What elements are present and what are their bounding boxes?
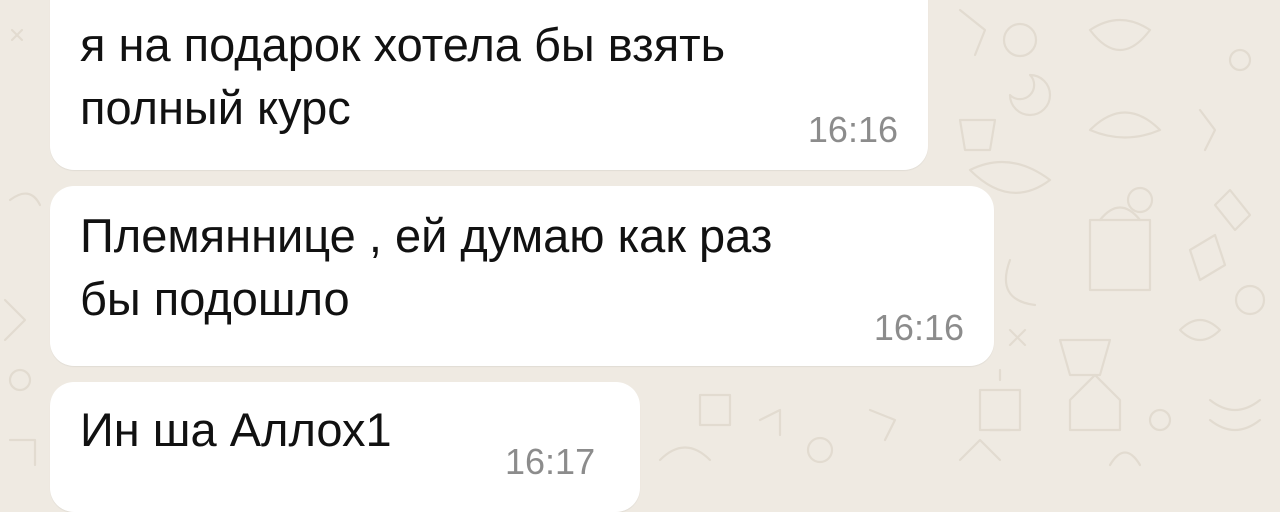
message-text: Ин ша Аллох1 bbox=[80, 403, 392, 456]
message-bubble[interactable]: Ин ша Аллох1 16:17 bbox=[50, 382, 640, 512]
message-text: я на подарок хотела бы взять полный курс bbox=[80, 18, 726, 134]
message-text: Племяннице , ей думаю как раз бы подошло bbox=[80, 209, 773, 325]
message-bubble[interactable]: Племяннице , ей думаю как раз бы подошло… bbox=[50, 186, 994, 366]
message-timestamp: 16:17 bbox=[505, 441, 596, 482]
message-timestamp: 16:16 bbox=[807, 109, 898, 150]
message-timestamp: 16:16 bbox=[873, 307, 964, 348]
message-bubble[interactable]: я на подарок хотела бы взять полный курс… bbox=[50, 0, 928, 170]
